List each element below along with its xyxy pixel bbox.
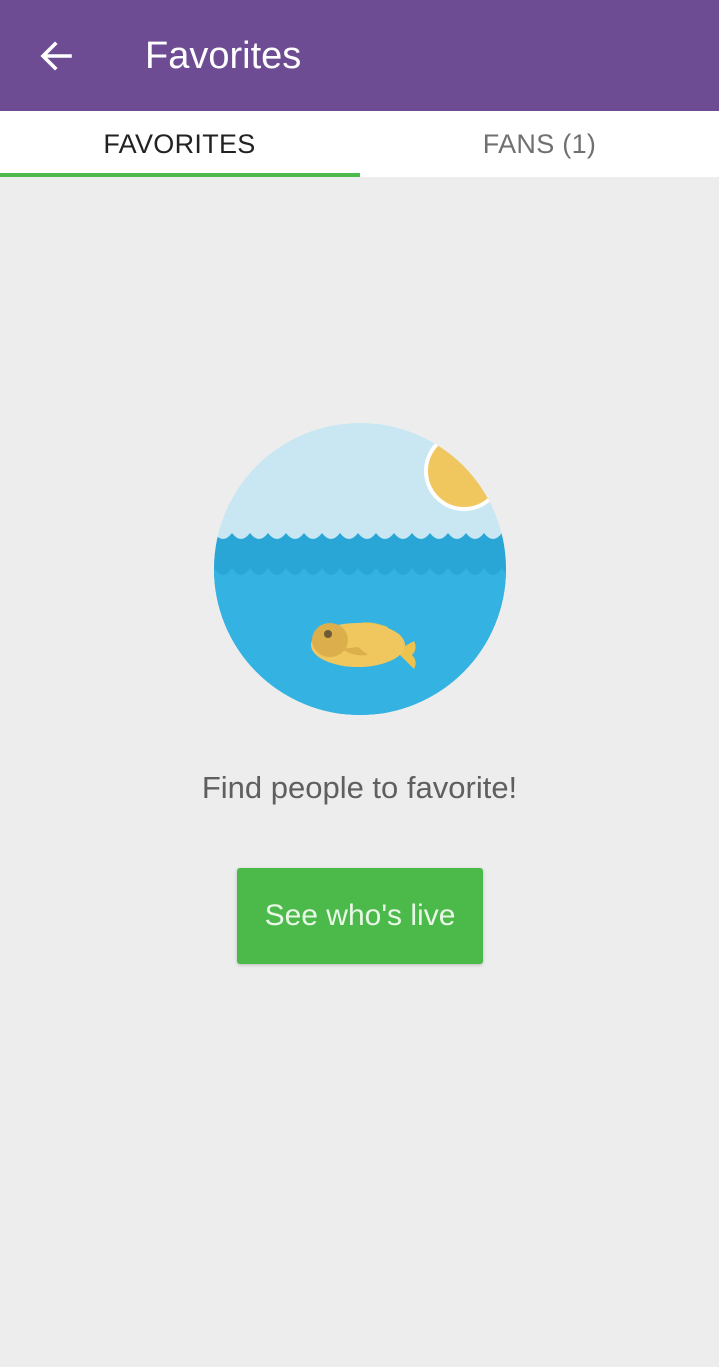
tab-favorites-label: FAVORITES — [103, 128, 256, 159]
selected-tab-indicator — [0, 173, 360, 177]
tab-bar: FAVORITES FANS (1) — [0, 111, 719, 177]
arrow-back-icon — [40, 41, 72, 71]
see-whos-live-button[interactable]: See who's live — [237, 868, 483, 964]
sun-icon — [424, 431, 504, 511]
tab-favorites[interactable]: FAVORITES — [0, 111, 359, 177]
back-button[interactable] — [24, 26, 88, 86]
tab-fans-label: FANS (1) — [482, 128, 597, 159]
tab-fans[interactable]: FANS (1) — [360, 111, 719, 177]
see-whos-live-label: See who's live — [264, 899, 456, 932]
app-bar: Favorites — [0, 0, 719, 111]
page-title: Favorites — [145, 35, 302, 77]
empty-state-message: Find people to favorite! — [201, 770, 518, 805]
fish-in-ocean-illustration — [214, 423, 506, 715]
